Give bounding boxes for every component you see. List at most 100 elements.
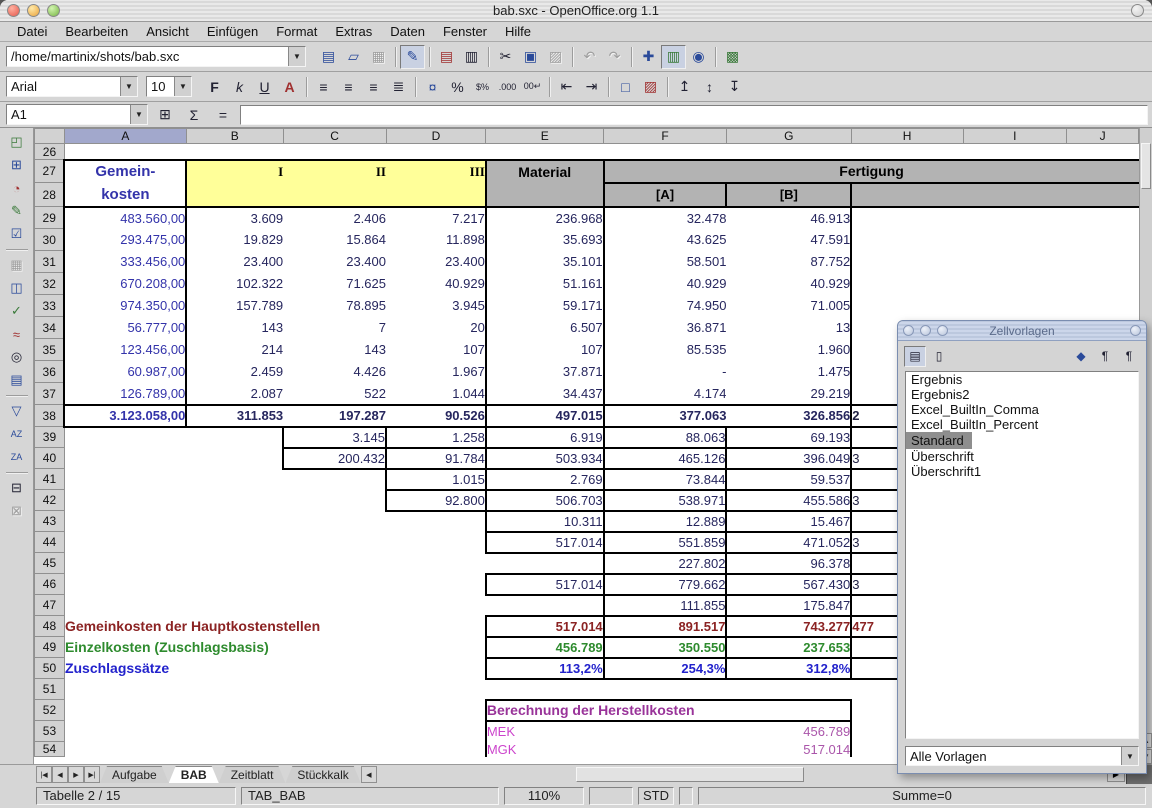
cell-B42[interactable] [186, 490, 283, 511]
next-sheet-icon[interactable]: ▶ [68, 766, 84, 783]
cell-F44[interactable]: 551.859 [604, 532, 727, 553]
cell-C53[interactable] [283, 721, 386, 742]
align-center-icon[interactable]: ≡ [336, 75, 361, 99]
cell-D40[interactable]: 91.784 [386, 448, 486, 469]
cell-G48[interactable]: 743.277 [726, 616, 851, 637]
cell-E34[interactable]: 6.507 [486, 317, 604, 339]
cell-A45[interactable] [64, 553, 186, 574]
cell-C52[interactable] [283, 700, 386, 721]
cell-A30[interactable]: 293.475,00 [64, 229, 186, 251]
cell-F28[interactable]: [A] [604, 183, 727, 207]
cell-B43[interactable] [186, 511, 283, 532]
cell-E35[interactable]: 107 [486, 339, 604, 361]
autospellcheck-icon[interactable]: ≈ [4, 323, 30, 345]
cell-E44[interactable]: 517.014 [486, 532, 604, 553]
cell-D28[interactable] [386, 183, 486, 207]
stylist-close-icon[interactable] [903, 325, 914, 336]
cell-G51[interactable] [726, 679, 851, 700]
cell-A39[interactable] [64, 427, 186, 448]
row-header-28[interactable]: 28 [35, 183, 65, 207]
row-header-34[interactable]: 34 [35, 317, 65, 339]
toolbar-toggle-icon[interactable] [1131, 4, 1144, 17]
col-header-J[interactable]: J [1067, 129, 1139, 144]
cell-B36[interactable]: 2.459 [186, 361, 283, 383]
cell-I31[interactable] [963, 251, 1067, 273]
cell-C30[interactable]: 15.864 [283, 229, 386, 251]
cell-C33[interactable]: 78.895 [283, 295, 386, 317]
cell-C27[interactable]: II [283, 160, 386, 183]
row-header-39[interactable]: 39 [35, 427, 65, 448]
font-size-combo[interactable]: 10 ▼ [146, 76, 192, 97]
cell-J29[interactable] [1067, 207, 1139, 229]
cell-F40[interactable]: 465.126 [604, 448, 727, 469]
cell-J26[interactable] [1067, 144, 1139, 160]
cell-F54[interactable]: 517.014 [604, 742, 852, 757]
cell-E50[interactable]: 113,2% [486, 658, 604, 679]
cell-A29[interactable]: 483.560,00 [64, 207, 186, 229]
cell-J32[interactable] [1067, 273, 1139, 295]
cell-F26[interactable] [604, 144, 727, 160]
cell-C32[interactable]: 71.625 [283, 273, 386, 295]
equals-icon[interactable]: = [211, 104, 235, 126]
chevron-down-icon[interactable]: ▼ [130, 105, 147, 124]
cell-D36[interactable]: 1.967 [386, 361, 486, 383]
cell-H29[interactable] [851, 207, 963, 229]
cell-E48[interactable]: 517.014 [486, 616, 604, 637]
delete-decimal-icon[interactable]: 00↵ [520, 75, 545, 99]
cell-C44[interactable] [283, 532, 386, 553]
row-header-47[interactable]: 47 [35, 595, 65, 616]
cell-B41[interactable] [186, 469, 283, 490]
cell-F37[interactable]: 4.174 [604, 383, 727, 405]
col-header-C[interactable]: C [283, 129, 386, 144]
cell-G33[interactable]: 71.005 [726, 295, 851, 317]
cell-G30[interactable]: 47.591 [726, 229, 851, 251]
cell-G42[interactable]: 455.586 [726, 490, 851, 511]
cell-A28[interactable]: kosten [64, 183, 186, 207]
cell-D31[interactable]: 23.400 [386, 251, 486, 273]
cell-G34[interactable]: 13 [726, 317, 851, 339]
cell-F30[interactable]: 43.625 [604, 229, 727, 251]
cell-G49[interactable]: 237.653 [726, 637, 851, 658]
cell-E52[interactable]: Berechnung der Herstellkosten [486, 700, 851, 721]
row-header-42[interactable]: 42 [35, 490, 65, 511]
cell-C54[interactable] [283, 742, 386, 757]
cell-D33[interactable]: 3.945 [386, 295, 486, 317]
row-header-27[interactable]: 27 [35, 160, 65, 183]
cell-A33[interactable]: 974.350,00 [64, 295, 186, 317]
cell-F50[interactable]: 254,3% [604, 658, 727, 679]
cell-D37[interactable]: 1.044 [386, 383, 486, 405]
cell-styles-icon[interactable]: ▤ [904, 346, 926, 367]
group-icon[interactable]: ⊟ [4, 477, 30, 499]
select-all-corner[interactable] [35, 129, 65, 144]
cell-B31[interactable]: 23.400 [186, 251, 283, 273]
cell-E40[interactable]: 503.934 [486, 448, 604, 469]
chevron-down-icon[interactable]: ▼ [174, 77, 191, 96]
cell-G38[interactable]: 326.856 [726, 405, 851, 427]
sheet-tab-bab[interactable]: BAB [169, 766, 219, 783]
style-item--berschrift1[interactable]: Überschrift1 [906, 463, 986, 480]
cell-C43[interactable] [283, 511, 386, 532]
cell-J30[interactable] [1067, 229, 1139, 251]
menu-item-ansicht[interactable]: Ansicht [137, 23, 198, 40]
cell-D35[interactable]: 107 [386, 339, 486, 361]
cell-A49[interactable]: Einzelkosten (Zuschlagsbasis) [64, 637, 485, 658]
cell-D39[interactable]: 1.258 [386, 427, 486, 448]
chevron-down-icon[interactable]: ▼ [288, 47, 305, 66]
horizontal-scrollbar-thumb[interactable] [576, 767, 804, 782]
cell-E27[interactable]: Material [486, 160, 604, 183]
cell-F35[interactable]: 85.535 [604, 339, 727, 361]
selection-mode-indicator[interactable]: STD [638, 787, 674, 805]
cell-G35[interactable]: 1.960 [726, 339, 851, 361]
cell-A35[interactable]: 123.456,00 [64, 339, 186, 361]
cell-E28[interactable] [486, 183, 604, 207]
fill-format-mode-icon[interactable]: ◆ [1070, 346, 1092, 367]
draw-functions-icon[interactable]: ✎ [4, 200, 30, 222]
spellcheck-icon[interactable]: ✓ [4, 300, 30, 322]
cell-G43[interactable]: 15.467 [726, 511, 851, 532]
sum-indicator[interactable]: Summe=0 [698, 787, 1146, 805]
export-pdf-icon[interactable]: ▤ [434, 45, 459, 69]
cell-D32[interactable]: 40.929 [386, 273, 486, 295]
cell-G32[interactable]: 40.929 [726, 273, 851, 295]
gallery-icon[interactable]: ▩ [720, 45, 745, 69]
cell-B53[interactable] [186, 721, 283, 742]
